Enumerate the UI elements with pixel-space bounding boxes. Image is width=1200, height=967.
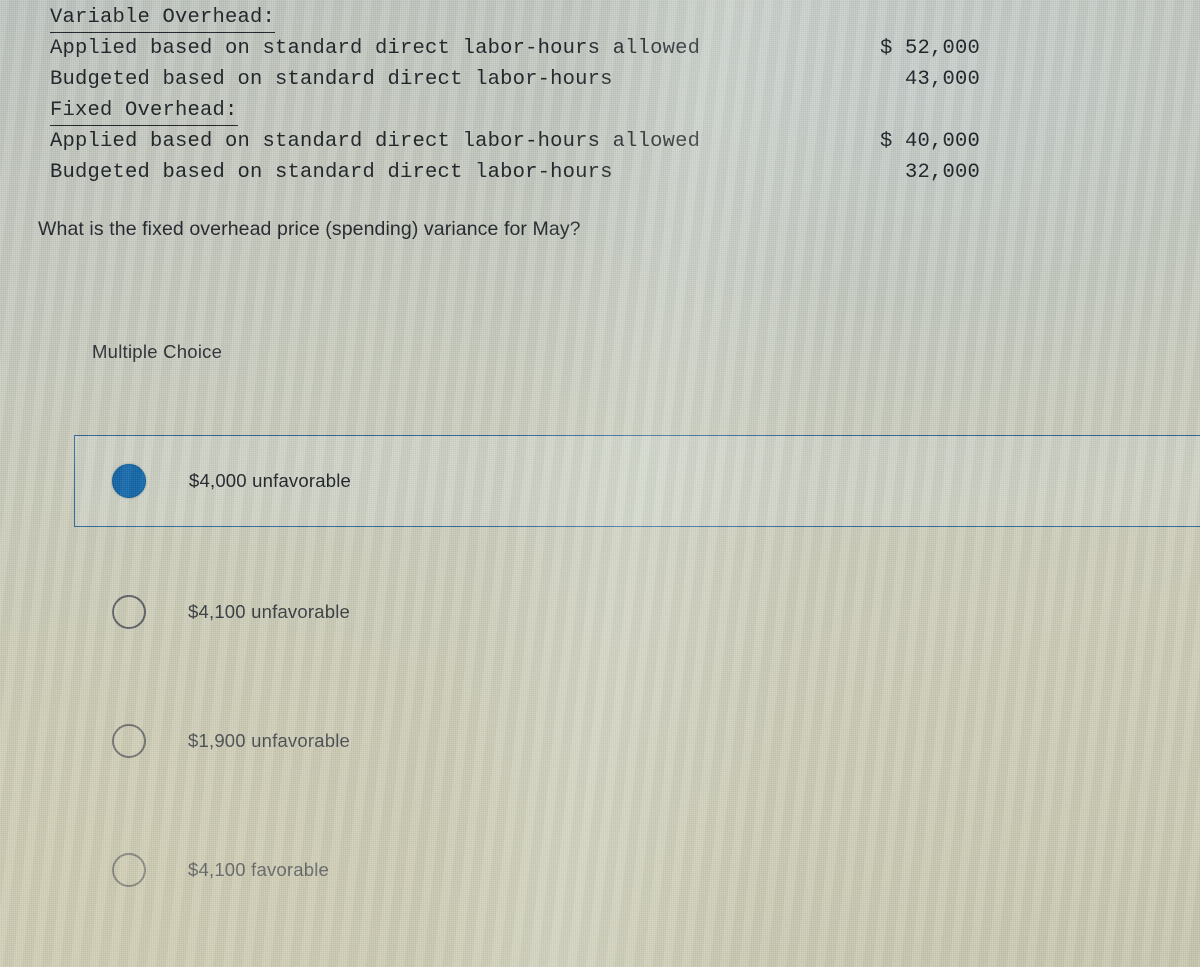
- answer-option-4[interactable]: $4,100 favorable: [74, 824, 1200, 916]
- answer-option-label: $4,100 unfavorable: [188, 601, 351, 622]
- answer-option-label: $4,100 favorable: [188, 859, 330, 880]
- answer-option-label: $1,900 unfavorable: [188, 730, 351, 751]
- answer-option-label: $4,000 unfavorable: [189, 470, 352, 491]
- answer-options-list: $4,000 unfavorable $4,100 unfavorable $1…: [0, 0, 1200, 967]
- answer-option-1[interactable]: $4,000 unfavorable: [74, 435, 1200, 527]
- radio-button-icon[interactable]: [112, 595, 146, 629]
- radio-button-icon[interactable]: [112, 724, 146, 758]
- answer-option-3[interactable]: $1,900 unfavorable: [74, 695, 1200, 787]
- quiz-screen-photo: Variable Overhead: Applied based on stan…: [0, 0, 1200, 967]
- radio-button-icon[interactable]: [112, 853, 146, 887]
- answer-option-2[interactable]: $4,100 unfavorable: [74, 566, 1200, 658]
- radio-button-selected-icon[interactable]: [112, 464, 146, 498]
